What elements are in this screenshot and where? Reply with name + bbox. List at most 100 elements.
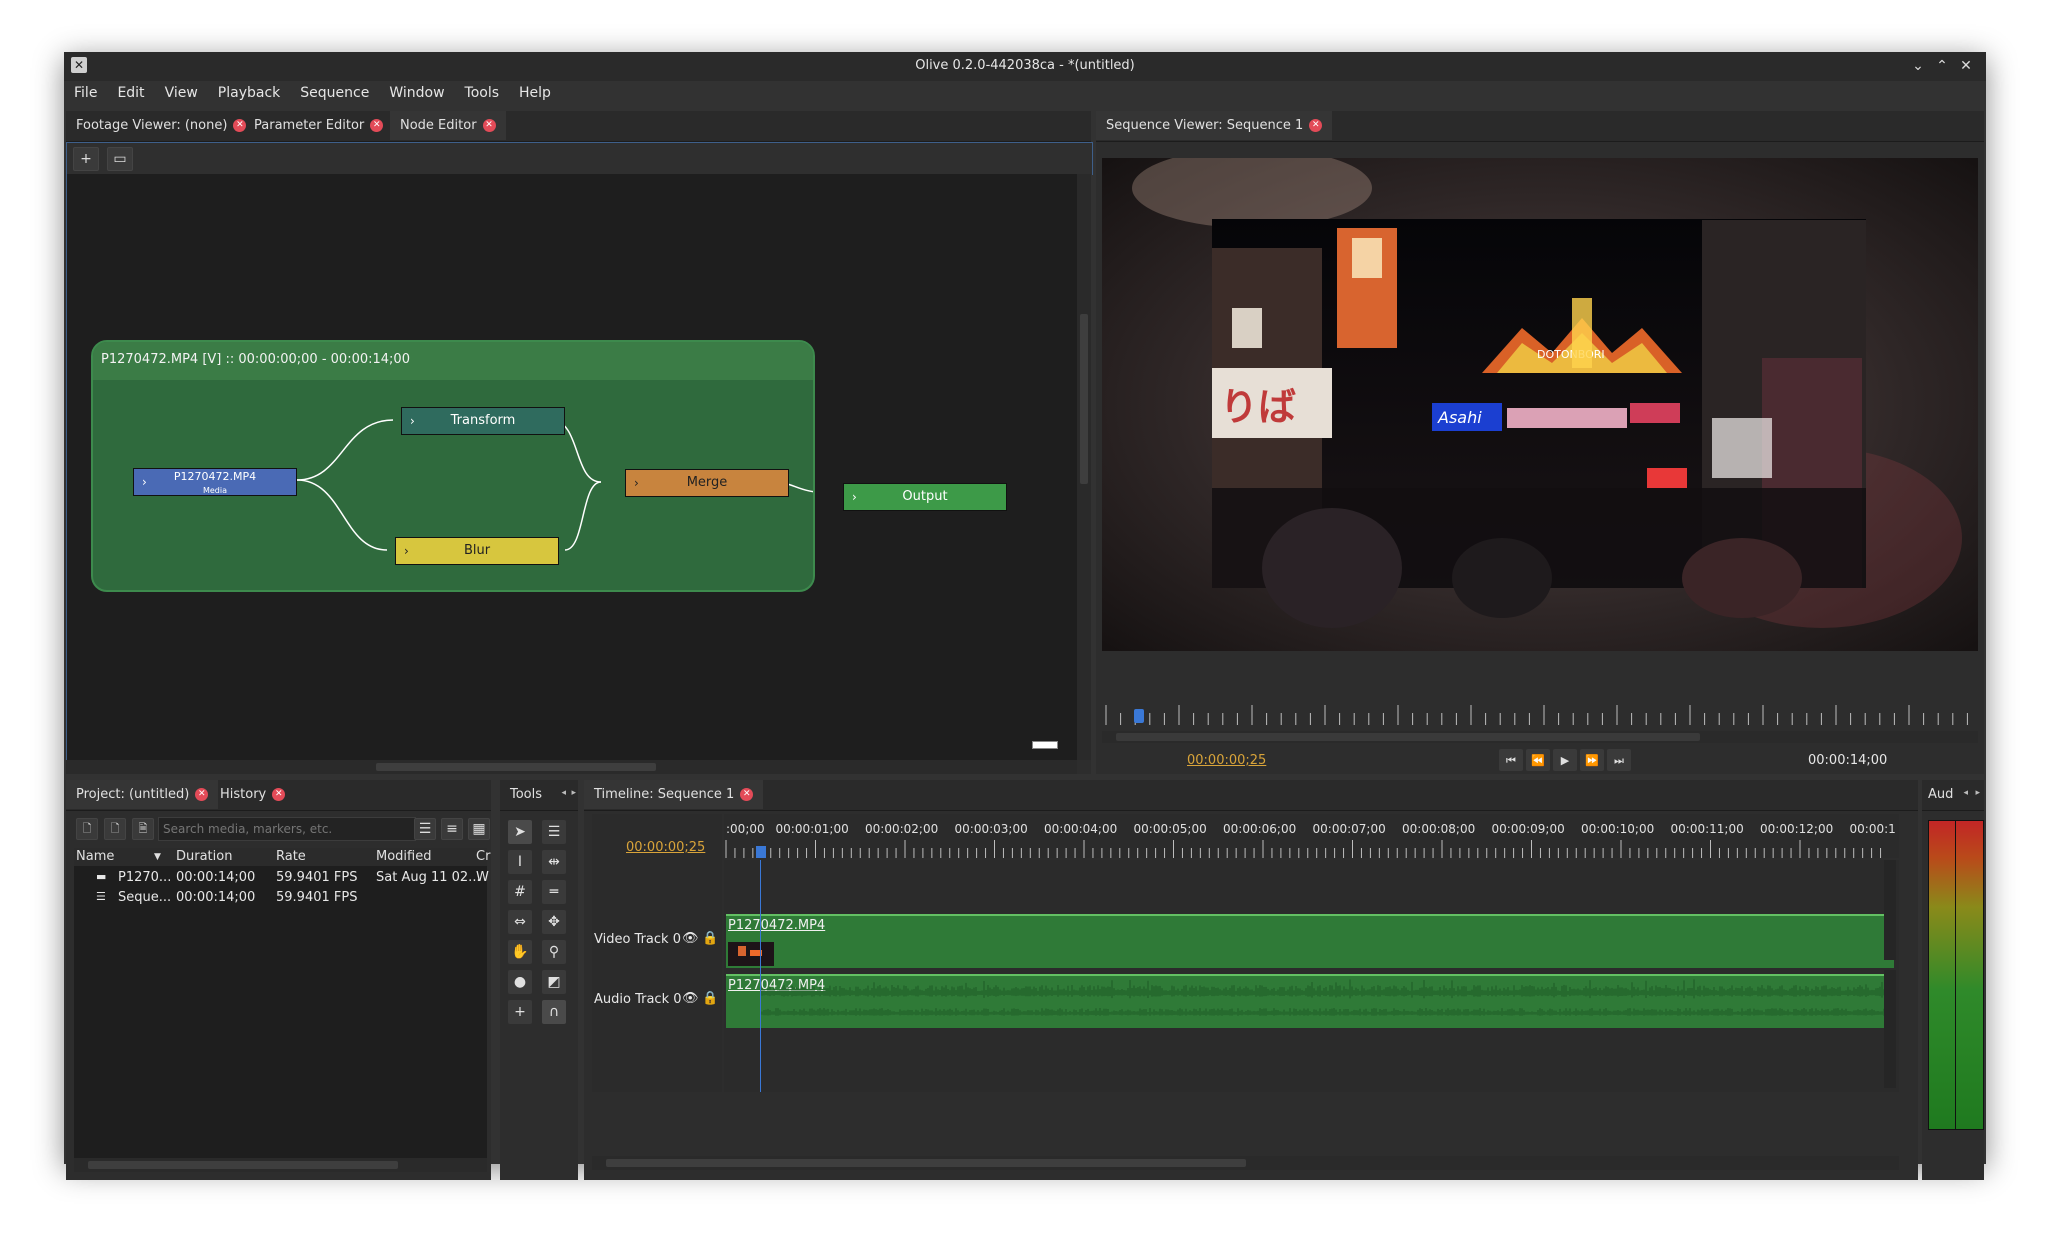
tree-view-icon[interactable]: ☰ [414,818,436,840]
node-horizontal-scrollbar[interactable] [66,760,1077,774]
menu-file[interactable]: File [64,81,107,101]
menu-view[interactable]: View [155,81,208,101]
new-file-icon[interactable]: 🗋 [76,818,98,840]
timeline-current-timecode[interactable]: 00:00:00;25 [626,840,705,855]
tab-project[interactable]: Project: (untitled) ✕ [66,780,219,809]
maximize-icon[interactable]: ⌃ [1932,56,1952,76]
expand-chevron-icon[interactable]: › [404,538,409,564]
node-canvas[interactable]: P1270472.MP4 [V] :: 00:00:00;00 - 00:00:… [66,174,1078,760]
record-tool-icon[interactable]: ● [508,970,532,994]
viewer-ruler[interactable] [1102,703,1978,727]
add-tool-icon[interactable]: + [508,1000,532,1024]
close-tab-icon[interactable]: ✕ [740,788,754,801]
track-area[interactable]: P1270472.MP4 P1270472.MP4 [724,860,1899,1092]
column-duration[interactable]: Duration [176,848,232,866]
ripple-tool-icon[interactable]: ⇹ [542,850,566,874]
rewind-icon[interactable]: ⏪ [1526,749,1550,771]
node-vertical-scrollbar[interactable] [1077,174,1091,760]
timeline-playhead-handle[interactable] [756,846,766,858]
close-icon[interactable]: ✕ [1956,56,1976,76]
razor-tool-icon[interactable]: # [508,880,532,904]
output-node[interactable]: › Output [843,483,1007,511]
hand-tool-icon[interactable]: ✋ [508,940,532,964]
audio-track-scrollbar[interactable] [1884,970,1896,1088]
tab-footage-viewer[interactable]: Footage Viewer: (none) ✕ [66,111,256,140]
slip-tool-icon[interactable]: ═ [542,880,566,904]
video-preview[interactable]: りば DOTONBORI Asahi [1102,158,1978,651]
scroll-thumb[interactable] [1080,314,1088,484]
expand-chevron-icon[interactable]: › [410,408,415,434]
column-name[interactable]: Name [76,848,114,866]
blur-node[interactable]: › Blur [395,537,559,565]
column-cr[interactable]: Cr [476,848,490,866]
project-horizontal-scrollbar[interactable] [74,1158,487,1172]
zoom-tool-icon[interactable]: ⚲ [542,940,566,964]
eye-icon[interactable]: 👁 [682,931,699,946]
go-to-end-icon[interactable]: ⏭ [1607,749,1631,771]
menu-window[interactable]: Window [379,81,454,101]
scroll-thumb[interactable] [376,763,656,771]
timeline-horizontal-scrollbar[interactable] [592,1156,1899,1170]
viewer-horizontal-scrollbar[interactable] [1102,731,1978,743]
right-arrow-icon[interactable]: ▸ [571,788,576,798]
close-tab-icon[interactable]: ✕ [482,119,496,132]
tab-timeline[interactable]: Timeline: Sequence 1 ✕ [584,780,764,809]
close-tab-icon[interactable]: ✕ [1309,119,1323,132]
scroll-thumb[interactable] [606,1159,1246,1167]
close-tab-icon[interactable]: ✕ [272,788,286,801]
table-row[interactable]: ▬ P1270... 00:00:14;00 59.9401 FPS Sat A… [74,868,489,888]
audio-clip[interactable]: P1270472.MP4 [726,974,1894,1028]
expand-chevron-icon[interactable]: › [852,484,857,510]
table-row[interactable]: ☰ Seque... 00:00:14;00 59.9401 FPS [74,888,487,908]
video-track-scrollbar[interactable] [1884,860,1896,960]
viewer-current-timecode[interactable]: 00:00:00;25 [1187,753,1266,768]
menu-tools[interactable]: Tools [455,81,510,101]
media-node[interactable]: › P1270472.MP4 Media [133,468,297,496]
left-arrow-icon[interactable]: ◂ [561,788,566,798]
search-input[interactable] [158,817,416,841]
column-rate[interactable]: Rate [276,848,306,866]
menu-edit[interactable]: Edit [107,81,154,101]
timeline-ruler[interactable]: :00;00 00:00:01;00 00:00:02;00 00:00:03;00 0… [724,814,1899,858]
minimize-icon[interactable]: ⌄ [1908,56,1928,76]
lock-icon[interactable]: 🔒 [702,931,718,946]
menu-help[interactable]: Help [509,81,561,101]
save-file-icon[interactable]: 🗎 [132,818,154,840]
fast-forward-icon[interactable]: ⏩ [1580,749,1604,771]
lock-icon[interactable]: 🔒 [702,991,718,1006]
transition-tool-icon[interactable]: ◩ [542,970,566,994]
right-arrow-icon[interactable]: ▸ [1975,788,1980,798]
edit-tool-icon[interactable]: ☰ [542,820,566,844]
tab-sequence-viewer[interactable]: Sequence Viewer: Sequence 1 ✕ [1096,111,1333,140]
list-view-icon[interactable]: ≡ [441,818,463,840]
close-tab-icon[interactable]: ✕ [195,788,209,801]
open-file-icon[interactable]: 🗋 [104,818,126,840]
scroll-thumb[interactable] [88,1161,398,1169]
tab-parameter-editor[interactable]: Parameter Editor ✕ [244,111,393,140]
merge-node[interactable]: › Merge [625,469,789,497]
video-clip[interactable]: P1270472.MP4 [726,914,1894,968]
rolling-tool-icon[interactable]: ⇔ [508,910,532,934]
go-to-start-icon[interactable]: ⏮ [1499,749,1523,771]
menu-playback[interactable]: Playback [208,81,290,101]
transform-node[interactable]: › Transform [401,407,565,435]
text-cursor-tool-icon[interactable]: I [508,850,532,874]
viewer-playhead[interactable] [1134,709,1144,723]
fit-view-button[interactable]: ▭ [107,147,133,171]
play-icon[interactable]: ▶ [1553,749,1577,771]
left-arrow-icon[interactable]: ◂ [1963,788,1968,798]
pointer-tool-icon[interactable]: ➤ [508,820,532,844]
tab-history[interactable]: History ✕ [210,780,295,809]
column-modified[interactable]: Modified [376,848,431,866]
expand-chevron-icon[interactable]: › [634,470,639,496]
slide-tool-icon[interactable]: ✥ [542,910,566,934]
add-node-button[interactable]: + [73,147,99,171]
node-group[interactable]: P1270472.MP4 [V] :: 00:00:00;00 - 00:00:… [91,340,1007,592]
menu-sequence[interactable]: Sequence [290,81,379,101]
scroll-thumb[interactable] [1116,733,1700,741]
eye-icon[interactable]: 👁 [682,991,699,1006]
grid-view-icon[interactable]: ▦ [468,818,490,840]
tab-node-editor[interactable]: Node Editor ✕ [390,111,506,140]
expand-chevron-icon[interactable]: › [142,469,147,495]
headphones-tool-icon[interactable]: ∩ [542,1000,566,1024]
